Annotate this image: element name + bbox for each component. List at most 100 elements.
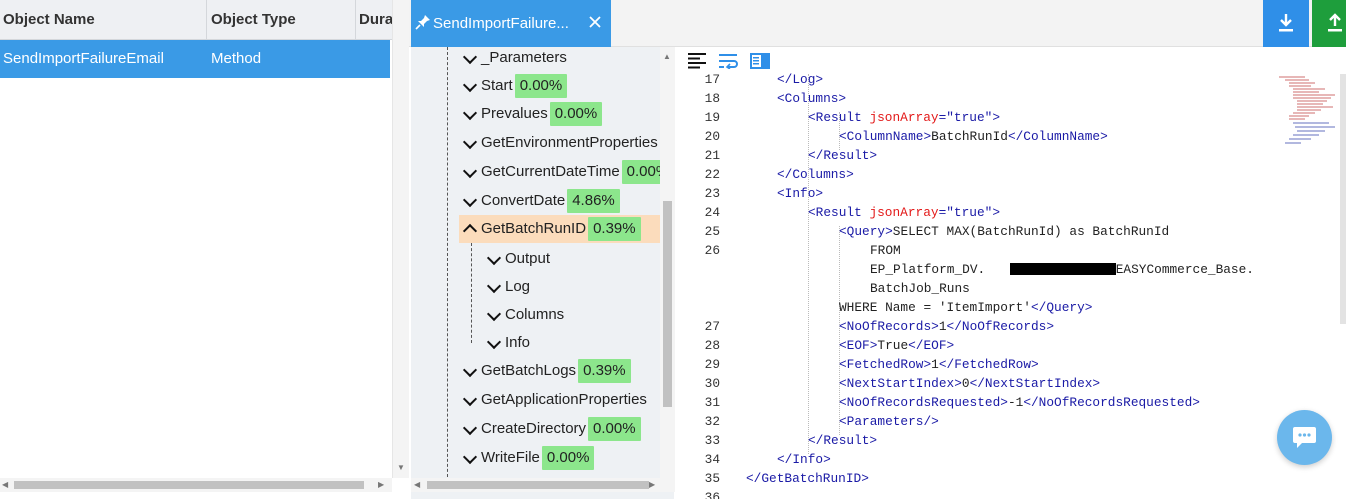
- chevron-down-icon[interactable]: [486, 250, 502, 265]
- chat-button[interactable]: [1277, 410, 1332, 465]
- chevron-down-icon[interactable]: [462, 163, 478, 178]
- chevron-down-icon[interactable]: [462, 449, 478, 464]
- code-token: <NoOfRecords>: [839, 319, 939, 334]
- code-minimap[interactable]: [1275, 75, 1345, 155]
- scroll-left-arrow-icon[interactable]: ◀: [2, 480, 8, 490]
- code-token: </FetchedRow>: [938, 357, 1039, 372]
- download-button[interactable]: [1263, 0, 1309, 47]
- chevron-down-icon[interactable]: [462, 362, 478, 377]
- tree-node-get-batch-logs[interactable]: GetBatchLogs 0.39%: [462, 357, 631, 385]
- code-line: FROM: [870, 241, 901, 260]
- grid-horizontal-scrollbar[interactable]: ◀ ▶: [0, 478, 392, 492]
- scroll-right-arrow-icon[interactable]: ▶: [378, 480, 384, 490]
- line-number: 34: [704, 452, 720, 467]
- scrollbar-thumb[interactable]: [663, 201, 672, 407]
- chevron-down-icon[interactable]: [462, 391, 478, 406]
- code-viewer[interactable]: 17 18 19 20 21 22 23 24 25 26 27 28 29 30 31 32 33 34 35 36…: [680, 72, 1346, 499]
- code-vertical-scrollbar[interactable]: [1340, 74, 1346, 324]
- chevron-down-icon[interactable]: [462, 77, 478, 92]
- tree-node-start[interactable]: Start 0.00%: [462, 72, 568, 100]
- tree-node-label: Log: [505, 278, 531, 295]
- line-number: 29: [704, 357, 720, 372]
- tree-node-get-batch-run-id[interactable]: GetBatchRunID 0.39%: [462, 215, 641, 243]
- tree-node-write-file[interactable]: WriteFile 0.00%: [462, 444, 595, 472]
- tab-strip: SendImportFailure...: [409, 0, 1346, 47]
- method-tree: _Parameters Start 0.00% Prevalues 0.00% Ge…: [411, 47, 674, 499]
- tree-node-info[interactable]: Info: [486, 329, 530, 357]
- code-line: </GetBatchRunID>: [746, 469, 869, 488]
- scrollbar-thumb[interactable]: [14, 481, 364, 489]
- percent-badge: 0.00%: [541, 446, 595, 470]
- line-number: 33: [704, 433, 720, 448]
- align-left-icon[interactable]: [688, 53, 708, 69]
- code-token: 1: [938, 319, 947, 334]
- column-header-duration[interactable]: Dura: [356, 0, 393, 40]
- scroll-up-arrow-icon[interactable]: ▲: [663, 52, 671, 62]
- code-line: </Info>: [777, 450, 831, 469]
- chevron-down-icon[interactable]: [462, 134, 478, 149]
- tree-node-prevalues[interactable]: Prevalues 0.00%: [462, 100, 603, 128]
- tree-node-create-directory[interactable]: CreateDirectory 0.00%: [462, 415, 641, 443]
- code-token: </NoOfRecords>: [946, 319, 1055, 334]
- chevron-down-icon[interactable]: [486, 334, 502, 349]
- line-number: 20: [704, 129, 720, 144]
- tree-node-label: _Parameters: [481, 49, 567, 66]
- pin-icon[interactable]: [415, 14, 431, 30]
- grid-vertical-scrollbar[interactable]: ▼: [392, 0, 409, 478]
- tree-node-convert-date[interactable]: ConvertDate 4.86%: [462, 187, 620, 215]
- chat-icon: [1293, 427, 1316, 448]
- redaction-mark: [1010, 263, 1116, 275]
- code-line: <Info>: [777, 184, 823, 203]
- scrollbar-thumb[interactable]: [427, 481, 649, 489]
- chevron-down-icon[interactable]: [462, 420, 478, 435]
- tree-node-columns[interactable]: Columns: [486, 301, 564, 329]
- code-token: True: [877, 338, 909, 353]
- code-token: </ColumnName>: [1007, 129, 1108, 144]
- wrap-icon[interactable]: [719, 53, 739, 69]
- tree-node-get-current-datetime[interactable]: GetCurrentDateTime 0.00%: [462, 158, 674, 186]
- chevron-down-icon[interactable]: [486, 278, 502, 293]
- code-token: SELECT MAX(BatchRunId) as BatchRunId: [892, 224, 1170, 239]
- code-line: <NoOfRecords>1</NoOfRecords>: [839, 317, 1054, 336]
- tree-guide-line: [471, 243, 472, 343]
- code-line: <NextStartIndex>0</NextStartIndex>: [839, 374, 1100, 393]
- line-number: 36: [704, 490, 720, 499]
- code-line: <Result jsonArray="true">: [808, 203, 1000, 222]
- tree-node-label: Output: [505, 250, 551, 267]
- chevron-down-icon[interactable]: [486, 306, 502, 321]
- line-number: 23: [704, 186, 720, 201]
- scroll-left-arrow-icon[interactable]: ◀: [414, 480, 420, 490]
- code-token: </GetBatchRunID>: [746, 471, 869, 486]
- tree-node-get-environment-properties[interactable]: GetEnvironmentProperties: [462, 129, 658, 157]
- code-token: WHERE Name = 'ItemImport': [839, 300, 1031, 315]
- chevron-down-icon[interactable]: [462, 49, 478, 64]
- code-line: </Columns>: [777, 165, 854, 184]
- tree-horizontal-scrollbar[interactable]: ◀ ▶: [411, 478, 675, 492]
- scroll-down-arrow-icon[interactable]: ▼: [397, 463, 405, 473]
- column-header-object-type[interactable]: Object Type: [207, 0, 356, 40]
- chevron-down-icon[interactable]: [462, 192, 478, 207]
- column-header-object-name[interactable]: Object Name: [0, 0, 207, 40]
- tree-node-log[interactable]: Log: [486, 273, 531, 301]
- code-line: <EOF>True</EOF>: [839, 336, 954, 355]
- percent-badge: 4.86%: [567, 189, 620, 213]
- chevron-up-icon[interactable]: [462, 223, 478, 238]
- close-icon[interactable]: [587, 14, 603, 30]
- tree-node-parameters[interactable]: _Parameters: [462, 47, 567, 72]
- table-row[interactable]: SendImportFailureEmail Method: [0, 40, 390, 78]
- scroll-right-arrow-icon[interactable]: ▶: [649, 480, 655, 490]
- code-token: </NoOfRecordsRequested>: [1023, 395, 1200, 410]
- cell-object-type: Method: [211, 50, 262, 67]
- tab-send-import-failure[interactable]: SendImportFailure...: [411, 0, 611, 47]
- panel-icon[interactable]: [750, 53, 770, 69]
- code-line: <Columns>: [777, 89, 846, 108]
- code-token: jsonArray: [869, 110, 939, 125]
- tree-vertical-scrollbar[interactable]: ▲: [660, 47, 675, 479]
- chevron-down-icon[interactable]: [462, 105, 478, 120]
- tree-node-output[interactable]: Output: [486, 245, 551, 273]
- export-button[interactable]: [1312, 0, 1346, 47]
- line-number: 22: [704, 167, 720, 182]
- code-token: 0: [961, 376, 970, 391]
- code-token: jsonArray: [869, 205, 939, 220]
- tree-node-get-application-properties[interactable]: GetApplicationProperties: [462, 386, 647, 414]
